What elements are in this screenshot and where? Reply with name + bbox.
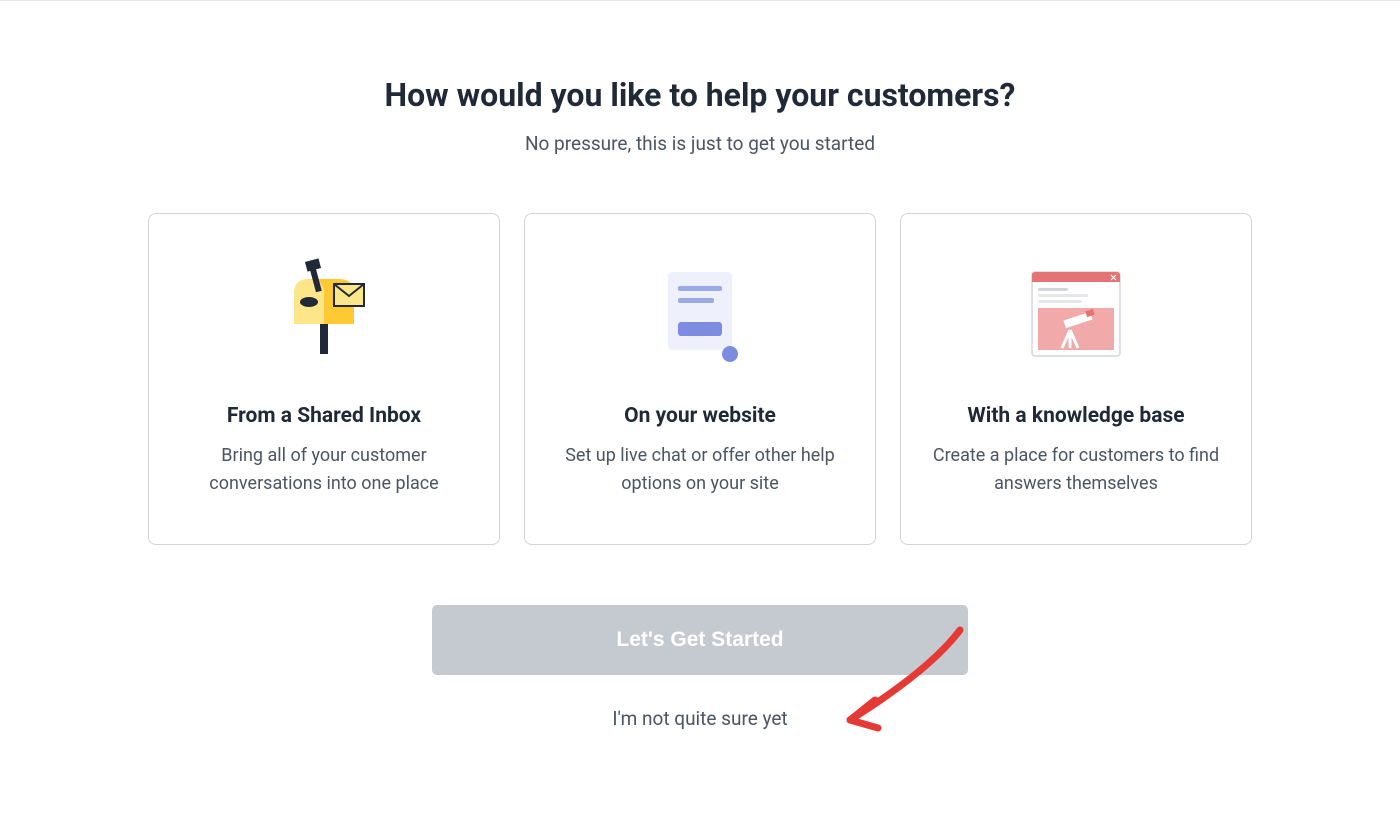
page-title: How would you like to help your customer… xyxy=(385,76,1016,114)
card-title: On your website xyxy=(624,404,776,428)
card-title: With a knowledge base xyxy=(967,404,1184,428)
knowledge-base-icon xyxy=(929,244,1223,384)
page-subtitle: No pressure, this is just to get you sta… xyxy=(525,132,875,155)
card-title: From a Shared Inbox xyxy=(227,404,421,428)
card-knowledge-base[interactable]: With a knowledge base Create a place for… xyxy=(900,213,1252,545)
card-description: Bring all of your customer conversations… xyxy=(177,442,471,498)
option-cards-row: From a Shared Inbox Bring all of your cu… xyxy=(148,213,1252,545)
mailbox-icon xyxy=(177,244,471,384)
card-shared-inbox[interactable]: From a Shared Inbox Bring all of your cu… xyxy=(148,213,500,545)
card-description: Set up live chat or offer other help opt… xyxy=(553,442,847,498)
get-started-button[interactable]: Let's Get Started xyxy=(432,605,968,675)
card-description: Create a place for customers to find ans… xyxy=(929,442,1223,498)
not-sure-link[interactable]: I'm not quite sure yet xyxy=(612,707,787,730)
chat-widget-icon xyxy=(553,244,847,384)
onboarding-selection-screen: How would you like to help your customer… xyxy=(0,1,1400,730)
card-website[interactable]: On your website Set up live chat or offe… xyxy=(524,213,876,545)
